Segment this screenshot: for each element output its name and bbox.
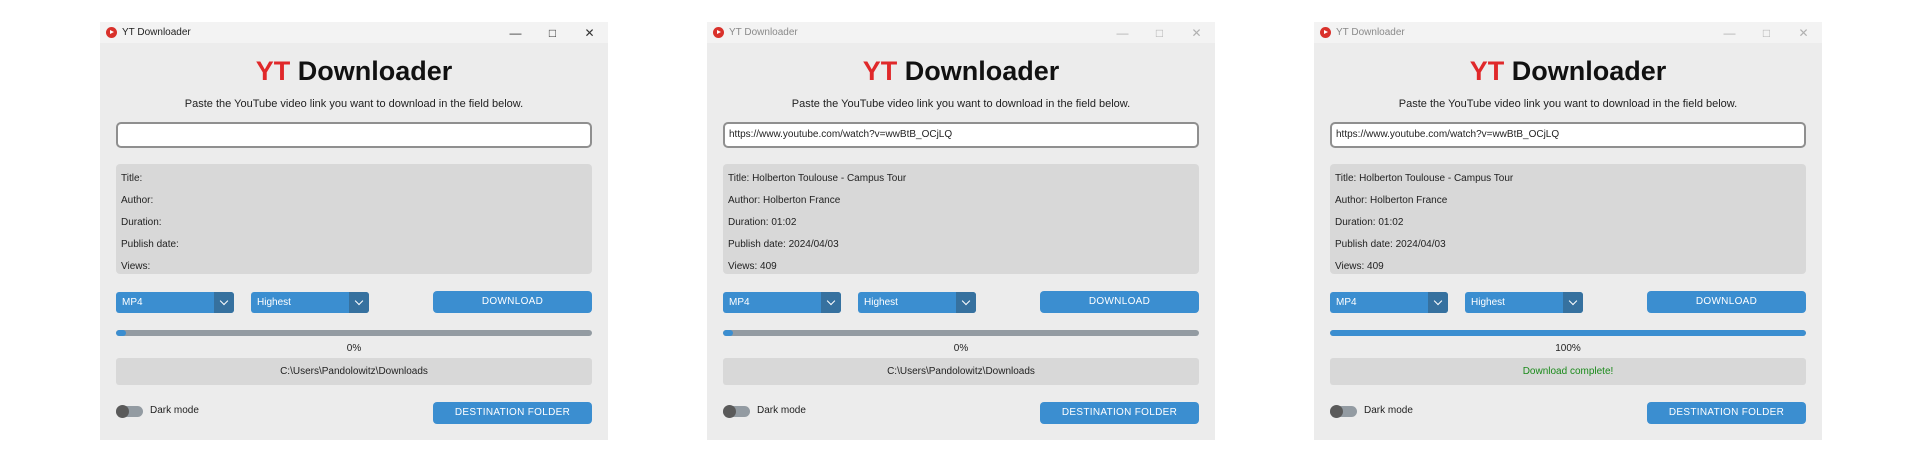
- dark-mode-label: Dark mode: [757, 405, 806, 416]
- info-title: Title:: [121, 173, 143, 184]
- destination-folder-button[interactable]: DESTINATION FOLDER: [1647, 402, 1806, 424]
- info-duration: Duration: 01:02: [728, 217, 797, 228]
- heading-yt: YT: [1469, 56, 1505, 86]
- info-views: Views: 409: [728, 261, 777, 272]
- instruction-text: Paste the YouTube video link you want to…: [791, 98, 1131, 110]
- progress-fill: [116, 330, 126, 336]
- close-button[interactable]: ✕: [571, 22, 608, 43]
- minimize-button[interactable]: —: [1711, 22, 1748, 43]
- video-info-panel: Title: Holberton Toulouse - Campus Tour …: [723, 164, 1199, 274]
- chevron-down-icon[interactable]: [956, 292, 976, 313]
- dark-mode-label: Dark mode: [1364, 405, 1413, 416]
- info-publish-date: Publish date: 2024/04/03: [728, 239, 839, 250]
- info-views: Views:: [121, 261, 151, 272]
- format-select[interactable]: MP4: [116, 292, 234, 313]
- quality-select[interactable]: Highest: [858, 292, 976, 313]
- maximize-button[interactable]: □: [534, 22, 571, 43]
- title-bar[interactable]: YT Downloader — □ ✕: [707, 22, 1215, 43]
- progress-bar: [723, 330, 1199, 336]
- format-select-value: MP4: [122, 297, 143, 308]
- video-info-panel: Title: Author: Duration: Publish date: V…: [116, 164, 592, 274]
- download-button[interactable]: DOWNLOAD: [433, 291, 592, 313]
- chevron-down-icon[interactable]: [1428, 292, 1448, 313]
- status-path: C:\Users\Pandolowitz\Downloads: [723, 358, 1199, 385]
- chevron-down-icon[interactable]: [821, 292, 841, 313]
- info-author: Author:: [121, 195, 154, 206]
- chevron-down-icon[interactable]: [1563, 292, 1583, 313]
- dark-mode-switch[interactable]: [116, 405, 143, 418]
- download-button[interactable]: DOWNLOAD: [1040, 291, 1199, 313]
- heading-yt: YT: [862, 56, 898, 86]
- quality-select[interactable]: Highest: [1465, 292, 1583, 313]
- title-bar[interactable]: YT Downloader — □ ✕: [100, 22, 608, 43]
- video-info-panel: Title: Holberton Toulouse - Campus Tour …: [1330, 164, 1806, 274]
- switch-knob: [723, 405, 736, 418]
- app-window: YT Downloader — □ ✕ YT Downloader Paste …: [1314, 22, 1822, 440]
- progress-percent: 0%: [346, 343, 362, 354]
- info-author: Author: Holberton France: [728, 195, 841, 206]
- app-window: YT Downloader — □ ✕ YT Downloader Paste …: [707, 22, 1215, 440]
- window-title: YT Downloader: [1336, 27, 1405, 38]
- quality-select-value: Highest: [1471, 297, 1505, 308]
- destination-folder-button[interactable]: DESTINATION FOLDER: [1040, 402, 1199, 424]
- url-input[interactable]: [116, 122, 592, 148]
- progress-bar: [1330, 330, 1806, 336]
- progress-fill: [723, 330, 733, 336]
- switch-knob: [116, 405, 129, 418]
- format-select[interactable]: MP4: [1330, 292, 1448, 313]
- url-input[interactable]: https://www.youtube.com/watch?v=wwBtB_OC…: [723, 122, 1199, 148]
- info-duration: Duration:: [121, 217, 162, 228]
- info-title: Title: Holberton Toulouse - Campus Tour: [1335, 173, 1514, 184]
- progress-fill: [1330, 330, 1806, 336]
- format-select-value: MP4: [729, 297, 750, 308]
- format-select-value: MP4: [1336, 297, 1357, 308]
- instruction-text: Paste the YouTube video link you want to…: [1398, 98, 1738, 110]
- info-publish-date: Publish date:: [121, 239, 179, 250]
- minimize-button[interactable]: —: [497, 22, 534, 43]
- app-heading: YT Downloader: [100, 54, 608, 88]
- switch-knob: [1330, 405, 1343, 418]
- progress-percent: 0%: [953, 343, 969, 354]
- app-heading: YT Downloader: [1314, 54, 1822, 88]
- quality-select[interactable]: Highest: [251, 292, 369, 313]
- heading-downloader: Downloader: [1504, 56, 1667, 86]
- url-input[interactable]: https://www.youtube.com/watch?v=wwBtB_OC…: [1330, 122, 1806, 148]
- youtube-logo-icon: [713, 27, 724, 38]
- title-bar[interactable]: YT Downloader — □ ✕: [1314, 22, 1822, 43]
- youtube-logo-icon: [106, 27, 117, 38]
- instruction-text: Paste the YouTube video link you want to…: [184, 98, 524, 110]
- info-duration: Duration: 01:02: [1335, 217, 1404, 228]
- destination-folder-button[interactable]: DESTINATION FOLDER: [433, 402, 592, 424]
- progress-percent: 100%: [1555, 343, 1581, 354]
- maximize-button[interactable]: □: [1141, 22, 1178, 43]
- app-window: YT Downloader — □ ✕ YT Downloader Paste …: [100, 22, 608, 440]
- quality-select-value: Highest: [864, 297, 898, 308]
- close-button[interactable]: ✕: [1178, 22, 1215, 43]
- format-select[interactable]: MP4: [723, 292, 841, 313]
- close-button[interactable]: ✕: [1785, 22, 1822, 43]
- heading-downloader: Downloader: [290, 56, 453, 86]
- chevron-down-icon[interactable]: [349, 292, 369, 313]
- dark-mode-switch[interactable]: [1330, 405, 1357, 418]
- maximize-button[interactable]: □: [1748, 22, 1785, 43]
- info-publish-date: Publish date: 2024/04/03: [1335, 239, 1446, 250]
- dark-mode-switch[interactable]: [723, 405, 750, 418]
- window-title: YT Downloader: [122, 27, 191, 38]
- quality-select-value: Highest: [257, 297, 291, 308]
- heading-yt: YT: [255, 56, 291, 86]
- minimize-button[interactable]: —: [1104, 22, 1141, 43]
- dark-mode-label: Dark mode: [150, 405, 199, 416]
- download-button[interactable]: DOWNLOAD: [1647, 291, 1806, 313]
- info-author: Author: Holberton France: [1335, 195, 1448, 206]
- youtube-logo-icon: [1320, 27, 1331, 38]
- info-title: Title: Holberton Toulouse - Campus Tour: [728, 173, 907, 184]
- status-path: C:\Users\Pandolowitz\Downloads: [116, 358, 592, 385]
- app-heading: YT Downloader: [707, 54, 1215, 88]
- chevron-down-icon[interactable]: [214, 292, 234, 313]
- progress-bar: [116, 330, 592, 336]
- download-status: Download complete!: [1330, 358, 1806, 385]
- info-views: Views: 409: [1335, 261, 1384, 272]
- heading-downloader: Downloader: [897, 56, 1060, 86]
- window-title: YT Downloader: [729, 27, 798, 38]
